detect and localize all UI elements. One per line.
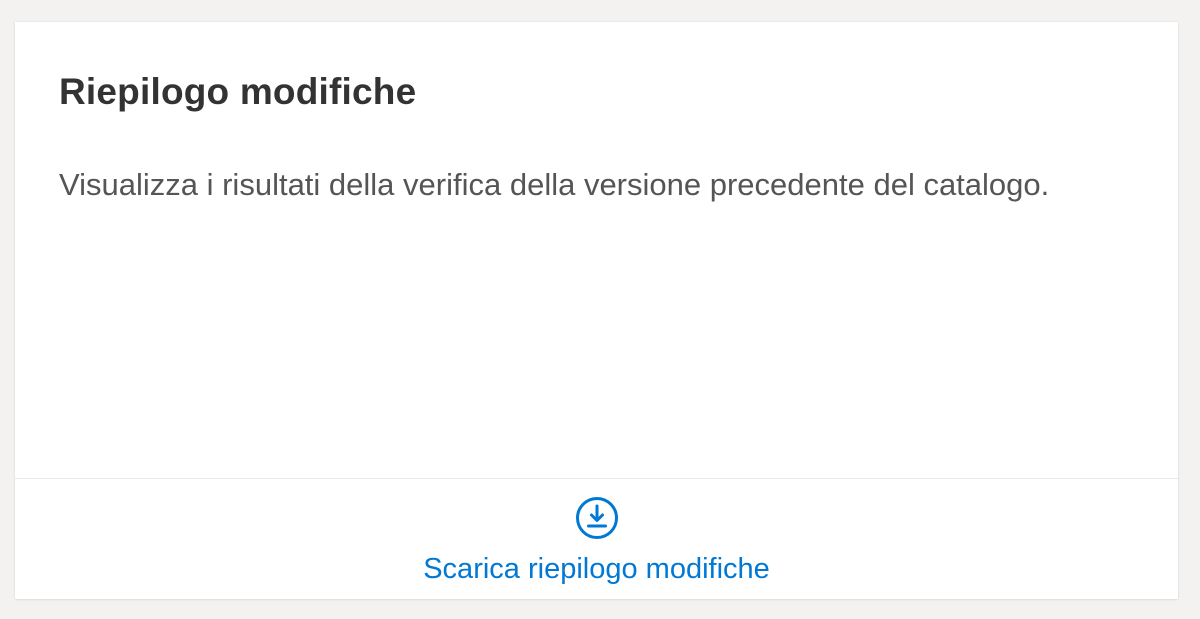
card-description: Visualizza i risultati della verifica de… [59,167,1050,202]
card-body: Riepilogo modifiche Visualizza i risulta… [15,22,1178,478]
download-summary-button[interactable]: Scarica riepilogo modifiche [15,479,1178,599]
download-summary-label: Scarica riepilogo modifiche [423,553,770,585]
download-circle-icon [575,497,618,539]
summary-card: Riepilogo modifiche Visualizza i risulta… [15,22,1178,599]
card-title: Riepilogo modifiche [59,71,417,112]
